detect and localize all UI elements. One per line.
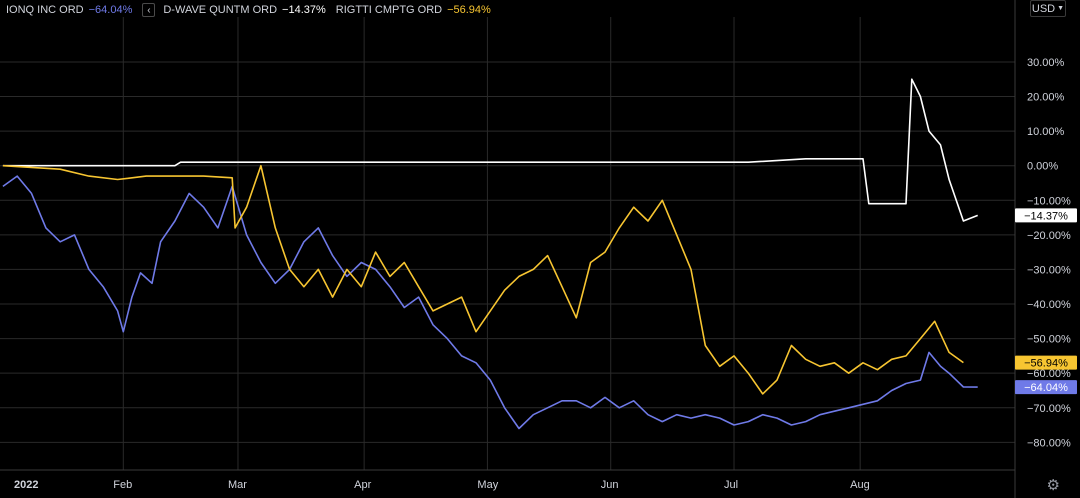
- x-tick-label: Jul: [724, 479, 738, 491]
- x-tick-label: 2022: [14, 479, 38, 491]
- y-tick-label: −50.00%: [1027, 334, 1071, 346]
- x-tick-label: Aug: [850, 479, 870, 491]
- last-value-label: −64.04%: [1024, 382, 1068, 394]
- y-tick-label: −10.00%: [1027, 195, 1071, 207]
- comparison-line-chart[interactable]: 30.00% 20.00% 10.00% 0.00% −10.00% −20.00% −30…: [0, 0, 1080, 498]
- x-tick-label: Jun: [601, 479, 619, 491]
- last-value-label: −56.94%: [1024, 358, 1068, 370]
- y-tick-label: 20.00%: [1027, 92, 1065, 104]
- x-tick-label: Apr: [354, 479, 371, 491]
- last-value-label: −14.37%: [1024, 210, 1068, 222]
- series-line[interactable]: [2, 175, 978, 430]
- y-tick-label: 30.00%: [1027, 57, 1065, 69]
- y-tick-label: 10.00%: [1027, 126, 1065, 138]
- x-tick-label: Mar: [228, 479, 247, 491]
- y-tick-label: 0.00%: [1027, 161, 1058, 173]
- y-tick-label: −80.00%: [1027, 437, 1071, 449]
- y-tick-label: −60.00%: [1027, 368, 1071, 380]
- gear-icon[interactable]: ⚙: [1047, 478, 1060, 494]
- y-tick-label: −40.00%: [1027, 299, 1071, 311]
- y-tick-label: −70.00%: [1027, 403, 1071, 415]
- y-tick-label: −20.00%: [1027, 230, 1071, 242]
- x-tick-label: May: [477, 479, 498, 491]
- y-tick-label: −30.00%: [1027, 264, 1071, 276]
- series-line[interactable]: [2, 78, 978, 222]
- x-tick-label: Feb: [113, 479, 132, 491]
